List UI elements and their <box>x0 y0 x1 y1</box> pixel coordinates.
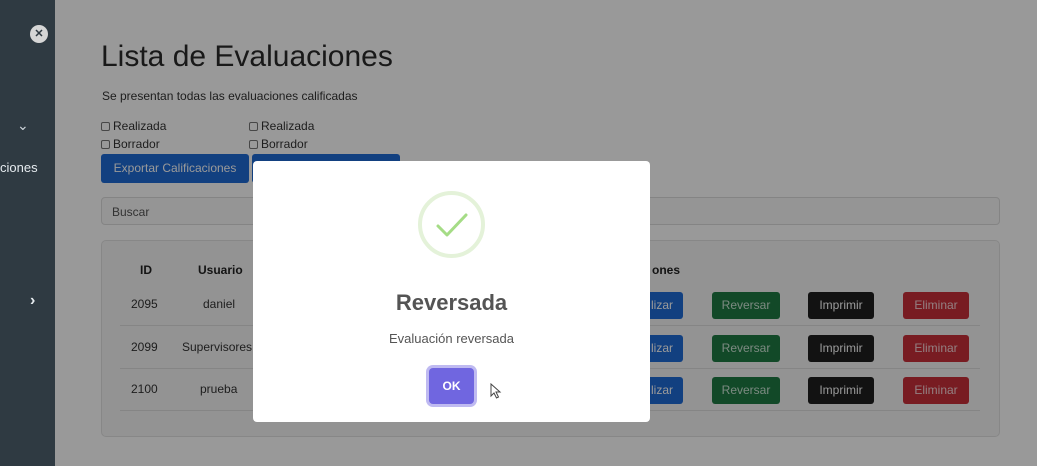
checkmark-icon <box>436 213 468 237</box>
success-dialog: Reversada Evaluación reversada OK <box>253 161 650 422</box>
dialog-title: Reversada <box>395 290 508 315</box>
dialog-message: Evaluación reversada <box>388 331 515 346</box>
sidebar: ✕ ⌄ ciones › <box>0 0 55 466</box>
chevron-right-icon[interactable]: › <box>30 292 35 310</box>
success-check-icon <box>418 191 485 258</box>
mouse-cursor-icon <box>490 383 502 399</box>
sidebar-item-evaluaciones[interactable]: ciones <box>0 160 38 175</box>
chevron-down-icon[interactable]: ⌄ <box>17 117 29 134</box>
close-icon[interactable]: ✕ <box>30 25 48 43</box>
ok-button[interactable]: OK <box>429 368 474 404</box>
